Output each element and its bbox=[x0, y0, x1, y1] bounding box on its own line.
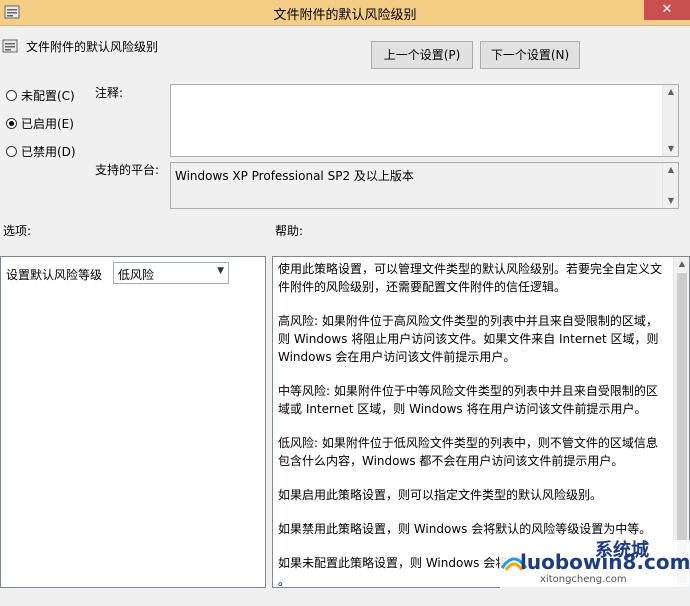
next-setting-button[interactable]: 下一个设置(N) bbox=[480, 41, 580, 69]
platform-scrollbar[interactable]: ▲ ▼ bbox=[662, 163, 678, 208]
watermark-overlay-text: 系统城 bbox=[595, 540, 649, 561]
platform-textbox: Windows XP Professional SP2 及以上版本 ▲ ▼ bbox=[170, 162, 679, 209]
options-label: 选项: bbox=[3, 224, 32, 238]
radio-button[interactable] bbox=[6, 117, 17, 129]
risk-level-value: 低风险 bbox=[118, 268, 155, 282]
window-title: 文件附件的默认风险级别 bbox=[273, 8, 417, 23]
radio-enabled[interactable]: 已启用(E) bbox=[6, 115, 74, 131]
radio-not-configured[interactable]: 未配置(C) bbox=[6, 87, 75, 103]
radio-label: 已启用(E) bbox=[21, 116, 74, 131]
scroll-up-arrow-icon[interactable]: ▲ bbox=[674, 257, 690, 271]
close-button[interactable]: ✕ bbox=[644, 0, 690, 20]
scroll-down-arrow-icon[interactable]: ▼ bbox=[663, 142, 679, 156]
radio-label: 未配置(C) bbox=[21, 88, 75, 103]
chevron-down-icon[interactable]: ▼ bbox=[217, 266, 224, 276]
risk-level-label: 设置默认风险等级 bbox=[6, 268, 103, 282]
previous-setting-button[interactable]: 上一个设置(P) bbox=[371, 41, 473, 69]
help-paragraph: 低风险: 如果附件位于低风险文件类型的列表中，则不管文件的区域信息包含什么内容，… bbox=[278, 436, 658, 468]
scroll-down-arrow-icon[interactable]: ▼ bbox=[663, 194, 679, 208]
help-paragraph: 高风险: 如果附件位于高风险文件类型的列表中并且来自受限制的区域，则 Windo… bbox=[278, 314, 659, 364]
help-paragraph: 如果启用此策略设置，则可以指定文件类型的默认风险级别。 bbox=[278, 488, 603, 502]
help-label: 帮助: bbox=[275, 224, 304, 238]
help-paragraph: 中等风险: 如果附件位于中等风险文件类型的列表中并且来自受限制的区域或 Inte… bbox=[278, 384, 658, 416]
risk-level-dropdown[interactable]: 低风险 ▼ bbox=[113, 262, 229, 284]
watermark: luobowin8.com xitongcheng.com 系统城 bbox=[500, 540, 690, 588]
options-panel: 设置默认风险等级 低风险 ▼ bbox=[0, 256, 266, 588]
policy-icon bbox=[2, 39, 18, 53]
title-bar: 文件附件的默认风险级别 ✕ bbox=[0, 0, 690, 26]
policy-name: 文件附件的默认风险级别 bbox=[26, 40, 159, 54]
comment-label: 注释: bbox=[95, 86, 124, 100]
radio-label: 已禁用(D) bbox=[21, 144, 76, 159]
scroll-up-arrow-icon[interactable]: ▲ bbox=[663, 85, 679, 99]
scrollbar-thumb[interactable] bbox=[677, 273, 687, 583]
radio-button[interactable] bbox=[6, 145, 17, 157]
platform-label: 支持的平台: bbox=[95, 163, 160, 177]
comment-scrollbar[interactable]: ▲ ▼ bbox=[662, 85, 678, 156]
radio-disabled[interactable]: 已禁用(D) bbox=[6, 143, 76, 159]
comment-textarea[interactable]: ▲ ▼ bbox=[170, 84, 679, 157]
help-scrollbar[interactable]: ▲ bbox=[673, 257, 689, 587]
watermark-sub-text: xitongcheng.com bbox=[540, 574, 627, 585]
platform-value: Windows XP Professional SP2 及以上版本 bbox=[175, 169, 414, 183]
scroll-up-arrow-icon[interactable]: ▲ bbox=[663, 163, 679, 177]
help-paragraph: 使用此策略设置，可以管理文件类型的默认风险级别。若要完全自定义文件附件的风险级别… bbox=[278, 262, 663, 294]
radio-button[interactable] bbox=[6, 89, 17, 101]
